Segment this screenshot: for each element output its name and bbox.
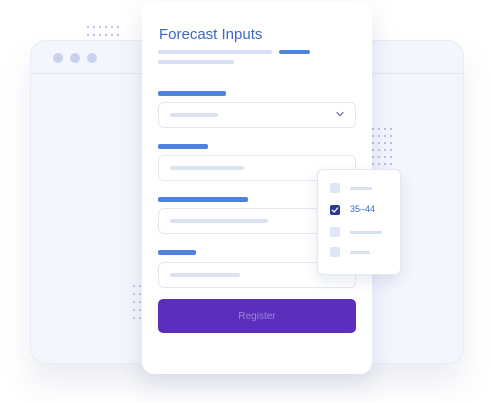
window-dot-icon [87, 53, 97, 63]
dropdown-options-panel: 35–44 [317, 169, 401, 275]
field-label [158, 91, 226, 96]
option-label-placeholder [350, 251, 370, 254]
decorative-dot-grid [87, 26, 119, 36]
check-icon [331, 207, 339, 213]
select-field[interactable] [158, 102, 356, 128]
checkbox-checked[interactable] [330, 205, 340, 215]
chevron-down-icon[interactable] [335, 109, 345, 119]
input-placeholder [170, 219, 268, 223]
decorative-dot-grid [372, 128, 392, 165]
field-label [158, 250, 196, 255]
option-label-placeholder [350, 187, 372, 190]
field-label [158, 197, 248, 202]
checkbox[interactable] [330, 247, 340, 257]
dropdown-option[interactable] [330, 227, 394, 239]
subtitle-accent [279, 50, 310, 54]
dropdown-option[interactable]: 35–44 [330, 204, 394, 217]
select-value-placeholder [170, 113, 218, 117]
input-placeholder [170, 273, 240, 277]
dropdown-option[interactable] [330, 183, 394, 195]
field-label [158, 144, 208, 149]
window-dot-icon [70, 53, 80, 63]
window-dot-icon [53, 53, 63, 63]
checkbox[interactable] [330, 227, 340, 237]
checkbox[interactable] [330, 183, 340, 193]
subtitle-placeholder [158, 50, 272, 54]
input-placeholder [170, 166, 244, 170]
subtitle-placeholder [158, 60, 234, 64]
option-label-placeholder [350, 231, 382, 234]
register-button[interactable]: Register [158, 299, 356, 333]
dropdown-option[interactable] [330, 247, 394, 259]
option-label: 35–44 [350, 204, 376, 214]
form-title: Forecast Inputs [159, 26, 263, 43]
